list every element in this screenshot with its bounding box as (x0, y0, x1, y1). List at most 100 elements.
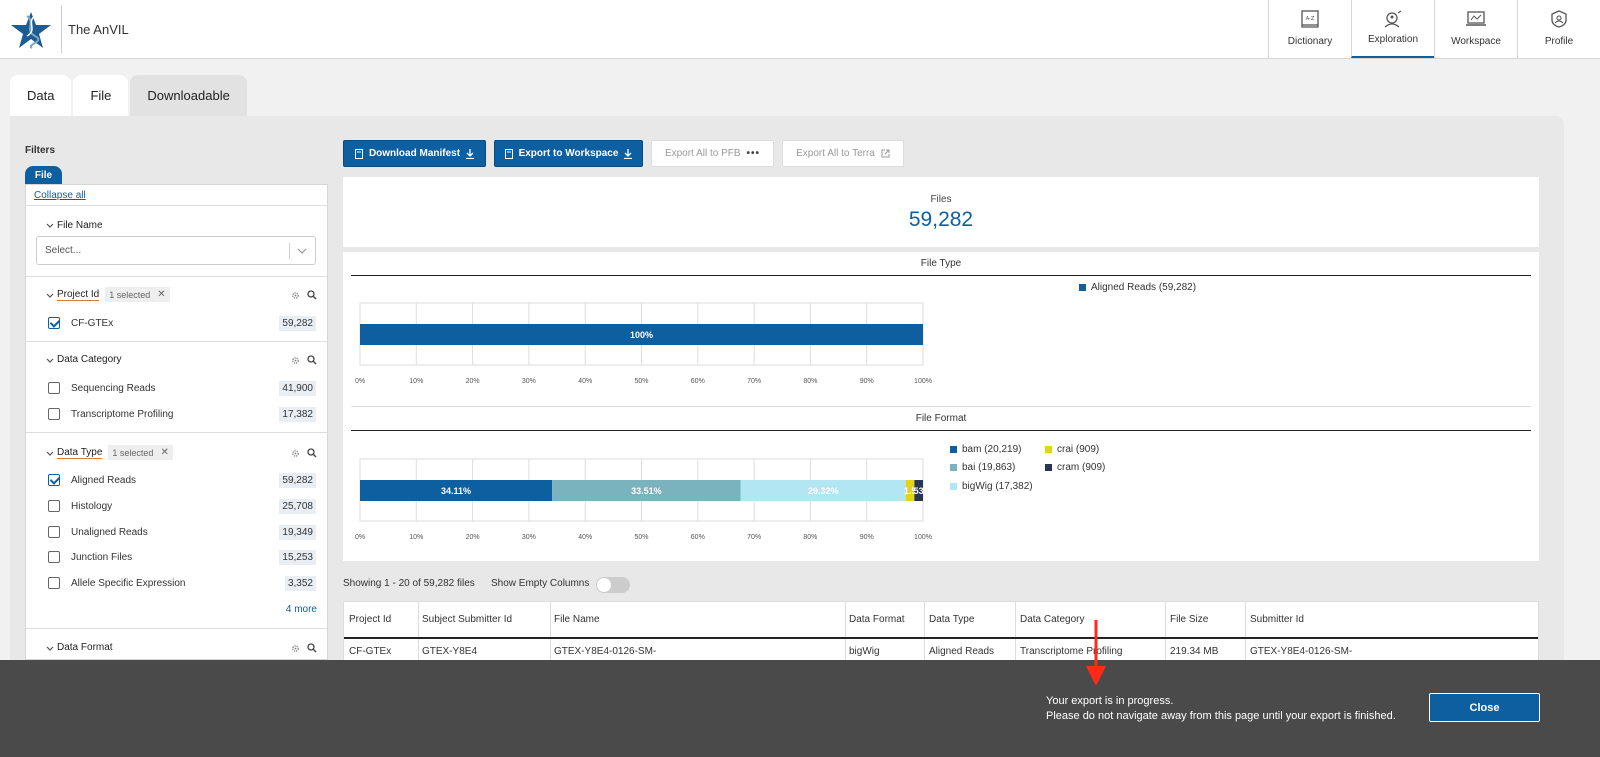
checkbox[interactable] (48, 526, 60, 538)
column-header[interactable]: Data Type (929, 614, 974, 625)
filter-option-cf-gtex[interactable]: CF-GTEx 59,282 (48, 314, 316, 332)
x-tick-label: 10% (409, 534, 423, 541)
project-id-header: Project Id 1 selected ✕ (57, 287, 170, 302)
nav-exploration[interactable]: Exploration (1351, 0, 1434, 58)
search-icon[interactable] (307, 448, 317, 458)
anvil-logo[interactable] (8, 10, 54, 50)
option-label: Sequencing Reads (71, 382, 156, 394)
legend-cram: cram (909) (1045, 462, 1105, 473)
x-tick-label: 0% (355, 378, 365, 385)
table-cell: GTEX-Y8E4 (422, 646, 478, 657)
column-header[interactable]: File Size (1170, 614, 1208, 625)
filter-option-histology[interactable]: Histology 25,708 (48, 497, 316, 515)
export-workspace-label: Export to Workspace (518, 148, 619, 159)
column-header[interactable]: File Name (554, 614, 600, 625)
column-header[interactable]: Subject Submitter Id (422, 614, 512, 625)
export-warning-message: Please do not navigate away from this pa… (1046, 710, 1396, 722)
legend-label: Aligned Reads (59,282) (1091, 282, 1197, 293)
gear-icon[interactable] (291, 356, 300, 365)
section-tools (291, 290, 317, 300)
data-label: 34.11% (441, 486, 471, 496)
nav-dictionary[interactable]: A-Z Dictionary (1268, 0, 1351, 58)
export-workspace-button[interactable]: Export to Workspace (494, 140, 643, 167)
checkbox[interactable] (48, 551, 60, 563)
chevron-down-icon[interactable] (46, 357, 54, 365)
chevron-down-icon[interactable] (46, 222, 54, 230)
section-tools (291, 643, 317, 653)
main-tabs: Data File Downloadable (10, 75, 249, 116)
checkbox[interactable] (48, 500, 60, 512)
legend-bigwig: bigWig (17,382) (950, 481, 1033, 492)
checkbox[interactable] (48, 577, 60, 589)
checkbox-checked[interactable] (48, 317, 60, 329)
option-count: 19,349 (279, 524, 316, 540)
filter-tab-file[interactable]: File (25, 166, 62, 184)
filter-option-aligned-reads[interactable]: Aligned Reads 59,282 (48, 471, 316, 489)
column-header[interactable]: Data Category (1020, 614, 1084, 625)
search-icon[interactable] (307, 355, 317, 365)
export-terra-button[interactable]: Export All to Terra (782, 140, 904, 167)
tab-file[interactable]: File (73, 75, 129, 116)
x-tick-label: 80% (803, 378, 817, 385)
collapse-all-link[interactable]: Collapse all (34, 190, 86, 201)
download-icon (624, 148, 633, 159)
nav-workspace[interactable]: Workspace (1434, 0, 1517, 58)
show-more-link[interactable]: 4 more (286, 604, 317, 615)
data-label: 33.51% (631, 486, 662, 496)
column-header[interactable]: Project Id (349, 614, 391, 625)
divider (26, 276, 327, 277)
column-header[interactable]: Data Format (849, 614, 905, 625)
legend-label: crai (909) (1057, 444, 1100, 455)
filter-option-transcriptome-profiling[interactable]: Transcriptome Profiling 17,382 (48, 405, 316, 423)
legend-swatch (1045, 464, 1052, 471)
file-format-chart: 0% 10% 20% 30% 40% 50% 60% 70% 80% 90% 100% 34.11% 3… (355, 458, 932, 541)
x-tick-label: 0% (355, 534, 365, 541)
data-type-header: Data Type 1 selected ✕ (57, 445, 173, 460)
data-format-label: Data Format (57, 642, 113, 653)
profile-icon (1551, 10, 1567, 28)
x-tick-label: 90% (860, 378, 874, 385)
filter-option-unaligned-reads[interactable]: Unaligned Reads 19,349 (48, 523, 316, 541)
option-label: Aligned Reads (71, 474, 137, 486)
gear-icon[interactable] (291, 291, 300, 300)
table-cell: GTEX-Y8E4-0126-SM- (1250, 646, 1353, 657)
chevron-down-icon[interactable] (46, 450, 54, 458)
tab-downloadable[interactable]: Downloadable (130, 75, 247, 116)
download-manifest-button[interactable]: Download Manifest (343, 140, 486, 167)
x-tick-label: 50% (634, 534, 648, 541)
chevron-down-icon[interactable] (46, 292, 54, 300)
search-icon[interactable] (307, 290, 317, 300)
checkbox[interactable] (48, 408, 60, 420)
section-tools (291, 355, 317, 365)
files-count-value: 59,282 (908, 208, 974, 231)
gear-icon[interactable] (291, 449, 300, 458)
gear-icon[interactable] (291, 644, 300, 653)
checkbox-checked[interactable] (48, 474, 60, 486)
checkbox[interactable] (48, 382, 60, 394)
chevron-down-icon[interactable] (46, 645, 54, 653)
legend-swatch (1045, 446, 1052, 453)
clear-icon[interactable]: ✕ (157, 289, 165, 300)
search-icon[interactable] (307, 643, 317, 653)
tab-data[interactable]: Data (10, 75, 72, 116)
export-progress-message: Your export is in progress. (1046, 695, 1174, 707)
nav-profile[interactable]: Profile (1517, 0, 1600, 58)
column-header[interactable]: Submitter Id (1250, 614, 1304, 625)
filter-option-junction-files[interactable]: Junction Files 15,253 (48, 548, 316, 566)
data-category-label: Data Category (57, 354, 122, 365)
show-empty-columns-toggle[interactable] (596, 577, 630, 593)
file-name-select[interactable]: Select... (36, 236, 316, 265)
nav-workspace-label: Workspace (1451, 36, 1501, 47)
filter-option-sequencing-reads[interactable]: Sequencing Reads 41,900 (48, 379, 316, 397)
table-cell: bigWig (849, 646, 880, 657)
legend-bam: bam (20,219) (950, 444, 1021, 455)
export-terra-label: Export All to Terra (796, 148, 875, 159)
filter-option-allele-specific-expression[interactable]: Allele Specific Expression 3,352 (48, 574, 316, 592)
clear-icon[interactable]: ✕ (160, 447, 168, 458)
chevron-down-icon (297, 248, 307, 254)
x-tick-label: 30% (522, 378, 536, 385)
export-pfb-button[interactable]: Export All to PFB ••• (651, 140, 774, 167)
close-button[interactable]: Close (1429, 693, 1540, 722)
filter-panel: Collapse all File Name Select... Project… (25, 184, 328, 660)
data-type-label: Data Type (57, 446, 103, 459)
